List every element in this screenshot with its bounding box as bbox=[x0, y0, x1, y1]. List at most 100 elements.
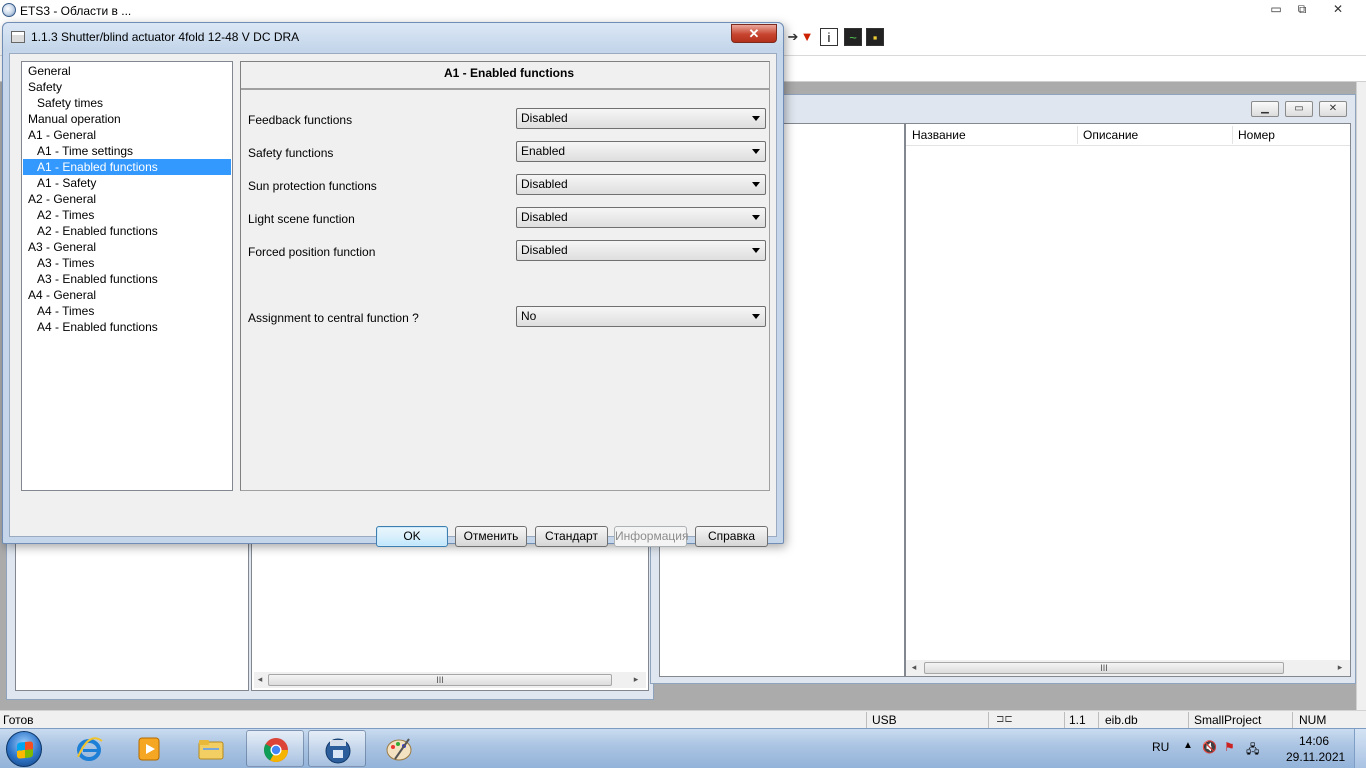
language-indicator[interactable]: RU bbox=[1152, 740, 1169, 754]
taskbar-explorer[interactable] bbox=[182, 730, 240, 767]
taskbar-ets3[interactable] bbox=[308, 730, 366, 767]
child-restore-button[interactable]: ▭ bbox=[1285, 101, 1313, 117]
dropdown-arrow-icon bbox=[752, 149, 760, 154]
horizontal-scrollbar[interactable]: ◂ III ▸ bbox=[254, 672, 646, 688]
tree-item[interactable]: A2 - General bbox=[23, 191, 231, 207]
tree-item[interactable]: A2 - Enabled functions bbox=[23, 223, 231, 239]
tree-item[interactable]: Manual operation bbox=[23, 111, 231, 127]
scroll-thumb[interactable]: III bbox=[924, 662, 1284, 674]
status-address: 1.1 bbox=[1069, 713, 1086, 727]
minimize-button[interactable]: ▭ bbox=[1262, 1, 1290, 17]
dropdown-arrow-icon bbox=[752, 215, 760, 220]
show-hidden-icons-icon[interactable]: ▲ bbox=[1183, 740, 1193, 751]
dialog-close-button[interactable]: ✕ bbox=[731, 24, 777, 43]
explorer-folder-icon bbox=[198, 740, 224, 760]
scroll-right-arrow-icon[interactable]: ▸ bbox=[1334, 662, 1346, 673]
select-light-scene-function[interactable]: Disabled bbox=[516, 207, 766, 228]
windows-logo-icon bbox=[17, 741, 33, 759]
tree-item[interactable]: Safety times bbox=[23, 95, 231, 111]
volume-muted-icon[interactable]: 🔇 bbox=[1202, 740, 1217, 754]
scroll-thumb[interactable]: III bbox=[268, 674, 612, 686]
cancel-button[interactable]: Отменить bbox=[455, 526, 527, 547]
taskbar-ie[interactable] bbox=[60, 730, 118, 767]
restore-button[interactable]: ⧉ bbox=[1288, 1, 1316, 17]
column-header-description[interactable]: Описание bbox=[1083, 128, 1138, 142]
paint-icon bbox=[386, 738, 412, 761]
parameter-panel: A1 - Enabled functions Feedback function… bbox=[240, 61, 770, 491]
scroll-left-arrow-icon[interactable]: ◂ bbox=[908, 662, 920, 673]
param-label-sun-protection: Sun protection functions bbox=[248, 179, 377, 193]
param-label-safety: Safety functions bbox=[248, 146, 334, 160]
list-header: Название Описание Номер bbox=[906, 124, 1350, 146]
tree-item[interactable]: A2 - Times bbox=[23, 207, 231, 223]
clock-time[interactable]: 14:06 bbox=[1299, 734, 1329, 748]
help-button[interactable]: Справка bbox=[695, 526, 768, 547]
tree-item[interactable]: A1 - Enabled functions bbox=[23, 159, 231, 175]
dropdown-arrow-icon bbox=[752, 116, 760, 121]
status-interface: USB bbox=[872, 713, 897, 727]
tree-item[interactable]: General bbox=[23, 63, 231, 79]
tree-item[interactable]: A3 - General bbox=[23, 239, 231, 255]
tree-item[interactable]: A3 - Times bbox=[23, 255, 231, 271]
ie-icon bbox=[77, 737, 103, 761]
tree-item[interactable]: A3 - Enabled functions bbox=[23, 271, 231, 287]
child-close-button[interactable]: ✕ bbox=[1319, 101, 1347, 117]
group-monitor-icon[interactable]: ▪ bbox=[866, 28, 884, 46]
download-device-icon[interactable]: ▼ bbox=[798, 28, 816, 46]
select-value: Disabled bbox=[521, 243, 568, 257]
scroll-left-arrow-icon[interactable]: ◂ bbox=[254, 674, 266, 685]
show-desktop-button[interactable] bbox=[1354, 729, 1366, 768]
dialog-title-bar[interactable]: 1.1.3 Shutter/blind actuator 4fold 12-48… bbox=[3, 23, 783, 51]
clock-date[interactable]: 29.11.2021 bbox=[1286, 750, 1345, 764]
status-project: SmallProject bbox=[1194, 713, 1262, 727]
action-center-icon[interactable]: ⚑ bbox=[1224, 740, 1235, 754]
select-sun-protection-functions[interactable]: Disabled bbox=[516, 174, 766, 195]
select-safety-functions[interactable]: Enabled bbox=[516, 141, 766, 162]
param-label-light-scene: Light scene function bbox=[248, 212, 355, 226]
tree-item[interactable]: A4 - Enabled functions bbox=[23, 319, 231, 335]
dialog-window-icon bbox=[11, 31, 25, 43]
ets3-app-icon bbox=[2, 3, 16, 17]
device-info-icon[interactable]: i bbox=[820, 28, 838, 46]
start-button[interactable] bbox=[6, 731, 42, 767]
main-title-bar: ETS3 - Области в ... ▭ ⧉ ✕ bbox=[0, 0, 1366, 22]
select-feedback-functions[interactable]: Disabled bbox=[516, 108, 766, 129]
column-header-number[interactable]: Номер bbox=[1238, 128, 1275, 142]
tree-item[interactable]: A1 - Time settings bbox=[23, 143, 231, 159]
topology-list-pane: ◂ III ▸ bbox=[251, 541, 649, 691]
taskbar-paint[interactable] bbox=[370, 730, 428, 767]
close-button[interactable]: ✕ bbox=[1324, 1, 1352, 17]
dropdown-arrow-icon bbox=[752, 182, 760, 187]
taskbar: RU ▲ 🔇 ⚑ 🖧 14:06 29.11.2021 bbox=[0, 728, 1366, 768]
status-database: eib.db bbox=[1105, 713, 1138, 727]
child-minimize-button[interactable]: ▁ bbox=[1251, 101, 1279, 117]
ok-button[interactable]: OK bbox=[376, 526, 448, 547]
main-vertical-scrollbar[interactable] bbox=[1356, 82, 1366, 710]
default-button[interactable]: Стандарт bbox=[535, 526, 608, 547]
select-value: Disabled bbox=[521, 210, 568, 224]
horizontal-scrollbar[interactable]: ◂ III ▸ bbox=[906, 660, 1350, 676]
status-num-lock: NUM bbox=[1299, 713, 1327, 727]
scroll-right-arrow-icon[interactable]: ▸ bbox=[630, 674, 642, 685]
select-forced-position-function[interactable]: Disabled bbox=[516, 240, 766, 261]
chrome-icon bbox=[263, 738, 288, 763]
info-button[interactable]: Информация bbox=[614, 526, 688, 547]
tree-item[interactable]: A4 - General bbox=[23, 287, 231, 303]
status-ready: Готов bbox=[3, 713, 34, 727]
tree-item[interactable]: A1 - Safety bbox=[23, 175, 231, 191]
column-header-name[interactable]: Название bbox=[912, 128, 966, 142]
taskbar-media-player[interactable] bbox=[120, 730, 178, 767]
taskbar-chrome[interactable] bbox=[246, 730, 304, 767]
select-value: Disabled bbox=[521, 177, 568, 191]
tree-item[interactable]: A4 - Times bbox=[23, 303, 231, 319]
section-title: A1 - Enabled functions bbox=[241, 62, 769, 90]
select-central-function[interactable]: No bbox=[516, 306, 766, 327]
tree-item[interactable]: Safety bbox=[23, 79, 231, 95]
network-icon[interactable]: 🖧 bbox=[1246, 740, 1259, 761]
bus-monitor-icon[interactable]: ~ bbox=[844, 28, 862, 46]
ets3-icon bbox=[325, 738, 351, 764]
select-value: Disabled bbox=[521, 111, 568, 125]
mdi-window-topology: ◂ III ▸ bbox=[6, 540, 654, 700]
dropdown-arrow-icon bbox=[752, 248, 760, 253]
tree-item[interactable]: A1 - General bbox=[23, 127, 231, 143]
